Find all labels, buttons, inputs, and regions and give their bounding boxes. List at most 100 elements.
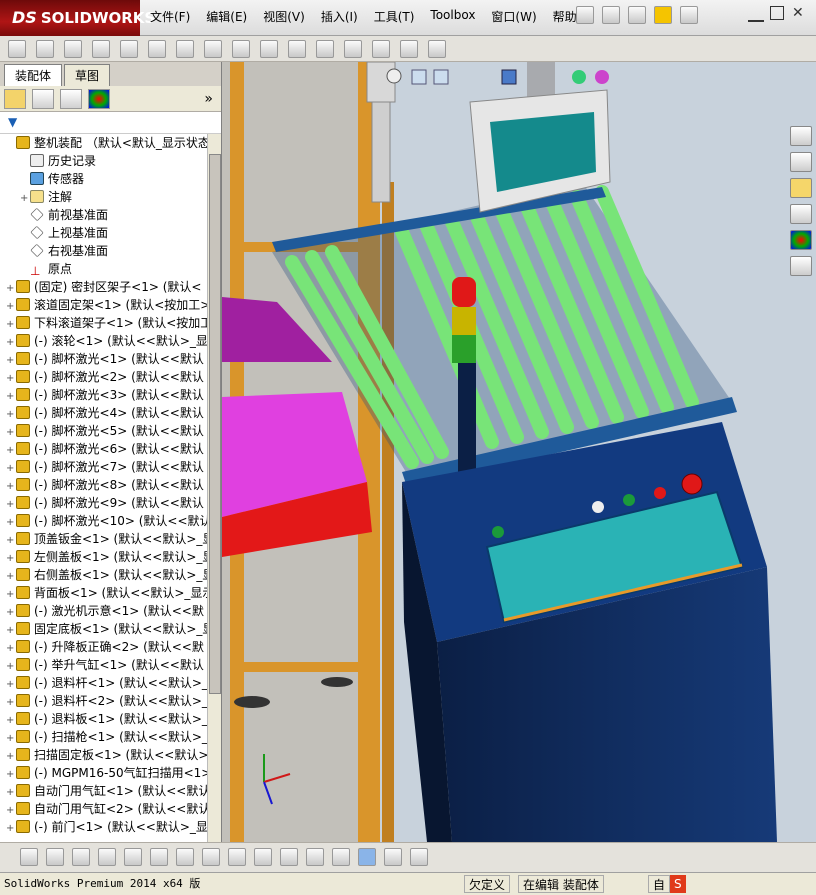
expand-chevron-icon[interactable]: » <box>204 91 213 107</box>
tree-node[interactable]: + (-) 升降板正确<2> (默认<<默 <box>0 638 208 656</box>
move-component-icon[interactable] <box>120 40 138 58</box>
warning-icon[interactable] <box>654 6 672 24</box>
tree-node[interactable]: + (-) 脚杯激光<6> (默认<<默认 <box>0 440 208 458</box>
tab-sketch[interactable]: 草图 <box>64 64 111 86</box>
tree-node[interactable]: + (-) 脚杯激光<8> (默认<<默认 <box>0 476 208 494</box>
view-palette-icon[interactable] <box>790 204 812 224</box>
tree-node[interactable]: + 左侧盖板<1> (默认<<默认>_显 <box>0 548 208 566</box>
home-icon[interactable] <box>790 126 812 146</box>
expand-toggle[interactable]: + <box>6 820 16 838</box>
tree-node[interactable]: + 背面板<1> (默认<<默认>_显示 <box>0 584 208 602</box>
show-hidden-icon[interactable] <box>176 40 194 58</box>
restore-icon[interactable] <box>770 6 784 20</box>
tree-node[interactable]: + 自动门用气缸<1> (默认<<默认 <box>0 782 208 800</box>
menu-view[interactable]: 视图(V) <box>263 8 305 25</box>
tree-node[interactable]: ⊥ 原点 <box>0 260 208 278</box>
design-library-icon[interactable] <box>790 152 812 172</box>
tree-node[interactable]: + (固定) 密封区架子<1> (默认< <box>0 278 208 296</box>
tree-node[interactable]: + 下料滚道架子<1> (默认<按加工 <box>0 314 208 332</box>
fillet-icon[interactable] <box>202 848 220 866</box>
explode-line-icon[interactable] <box>344 40 362 58</box>
tree-node[interactable]: + 滚道固定架<1> (默认<按加工> <box>0 296 208 314</box>
point-icon[interactable] <box>20 848 38 866</box>
single-view-icon[interactable] <box>384 848 402 866</box>
tree-node[interactable]: + 固定底板<1> (默认<<默认>_显 <box>0 620 208 638</box>
tree-node[interactable]: 上视基准面 <box>0 224 208 242</box>
help-icon[interactable] <box>680 6 698 24</box>
tree-node[interactable]: + (-) 脚杯激光<5> (默认<<默认 <box>0 422 208 440</box>
feature-manager-icon[interactable] <box>4 88 26 109</box>
configuration-manager-icon[interactable] <box>60 88 82 109</box>
menu-tools[interactable]: 工具(T) <box>374 8 415 25</box>
tree-node[interactable]: + 右侧盖板<1> (默认<<默认>_显 <box>0 566 208 584</box>
ime-icon[interactable]: S <box>670 875 686 893</box>
tab-assembly[interactable]: 装配体 <box>4 64 63 86</box>
tree-node[interactable]: + (-) 脚杯激光<7> (默认<<默认 <box>0 458 208 476</box>
mate-icon[interactable] <box>36 40 54 58</box>
tree-node[interactable]: + (-) 扫描枪<1> (默认<<默认>_ <box>0 728 208 746</box>
tree-node[interactable]: + (-) 脚杯激光<2> (默认<<默认 <box>0 368 208 386</box>
pattern-icon[interactable] <box>92 40 110 58</box>
tree-node[interactable]: + (-) 前门<1> (默认<<默认>_显 <box>0 818 208 836</box>
grid-icon[interactable] <box>306 848 324 866</box>
display-states-icon[interactable] <box>428 40 446 58</box>
offset-icon[interactable] <box>228 848 246 866</box>
new-motion-study-icon[interactable] <box>260 40 278 58</box>
menu-insert[interactable]: 插入(I) <box>321 8 358 25</box>
trim-icon[interactable] <box>124 848 142 866</box>
minimize-icon[interactable] <box>748 6 764 22</box>
menu-toolbox[interactable]: Toolbox <box>430 8 475 25</box>
tree-node[interactable]: + 注解 <box>0 188 208 206</box>
instant3d-icon[interactable] <box>372 40 390 58</box>
tree-node[interactable]: + (-) 退料板<1> (默认<<默认>_ <box>0 710 208 728</box>
tree-node[interactable]: + 自动门用气缸<2> (默认<<默认 <box>0 800 208 818</box>
mirror-icon[interactable] <box>254 848 272 866</box>
arc-icon[interactable] <box>72 848 90 866</box>
tree-node[interactable]: + (-) 退料杆<2> (默认<<默认>_ <box>0 692 208 710</box>
polygon-icon[interactable] <box>98 848 116 866</box>
exploded-view-icon[interactable] <box>316 40 334 58</box>
filter-row[interactable]: ▼ <box>0 112 221 134</box>
custom-properties-icon[interactable] <box>790 256 812 276</box>
tree-node[interactable]: + (-) 脚杯激光<9> (默认<<默认 <box>0 494 208 512</box>
tree-node[interactable]: 前视基准面 <box>0 206 208 224</box>
new-document-icon[interactable] <box>602 6 620 24</box>
bill-of-materials-icon[interactable] <box>288 40 306 58</box>
tree-node[interactable]: + 扫描固定板<1> (默认<<默认>_ <box>0 746 208 764</box>
graphics-viewport[interactable] <box>222 62 816 842</box>
display-manager-icon[interactable] <box>88 88 110 109</box>
tree-node[interactable]: + (-) 脚杯激光<4> (默认<<默认 <box>0 404 208 422</box>
tree-node[interactable]: + (-) 脚杯激光<1> (默认<<默认 <box>0 350 208 368</box>
tree-node[interactable]: + (-) 举升气缸<1> (默认<<默认 <box>0 656 208 674</box>
rotate-component-icon[interactable] <box>148 40 166 58</box>
file-explorer-icon[interactable] <box>790 178 812 198</box>
menu-file[interactable]: 文件(F) <box>150 8 190 25</box>
tree-node[interactable]: + (-) 激光机示意<1> (默认<<默 <box>0 602 208 620</box>
assembly-features-icon[interactable] <box>204 40 222 58</box>
tree-scrollbar[interactable] <box>207 134 221 842</box>
speedpak-icon[interactable] <box>400 40 418 58</box>
dimension-icon[interactable] <box>280 848 298 866</box>
circle-icon[interactable] <box>46 848 64 866</box>
tree-node[interactable]: + (-) 脚杯激光<3> (默认<<默认 <box>0 386 208 404</box>
scrollbar-thumb[interactable] <box>209 154 221 694</box>
reference-geometry-icon[interactable] <box>232 40 250 58</box>
tree-node[interactable]: + (-) 退料杆<1> (默认<<默认>_ <box>0 674 208 692</box>
smart-fasteners-icon[interactable] <box>64 40 82 58</box>
line-icon[interactable] <box>150 848 168 866</box>
tree-node[interactable]: + (-) MGPM16-50气缸扫描用<1> <box>0 764 208 782</box>
tree-node[interactable]: 右视基准面 <box>0 242 208 260</box>
property-manager-icon[interactable] <box>32 88 54 109</box>
spline-icon[interactable] <box>176 848 194 866</box>
appearances-icon[interactable] <box>790 230 812 250</box>
insert-components-icon[interactable] <box>8 40 26 58</box>
close-icon[interactable]: ✕ <box>792 6 808 22</box>
menu-edit[interactable]: 编辑(E) <box>206 8 247 25</box>
tree-node[interactable]: + 顶盖钣金<1> (默认<<默认>_显 <box>0 530 208 548</box>
open-icon[interactable] <box>628 6 646 24</box>
filter-icon[interactable]: ▼ <box>8 115 17 129</box>
tree-node[interactable]: + (-) 滚轮<1> (默认<<默认>_显 <box>0 332 208 350</box>
pin-icon[interactable] <box>576 6 594 24</box>
angle-icon[interactable] <box>332 848 350 866</box>
view-cube-icon[interactable] <box>358 848 376 866</box>
